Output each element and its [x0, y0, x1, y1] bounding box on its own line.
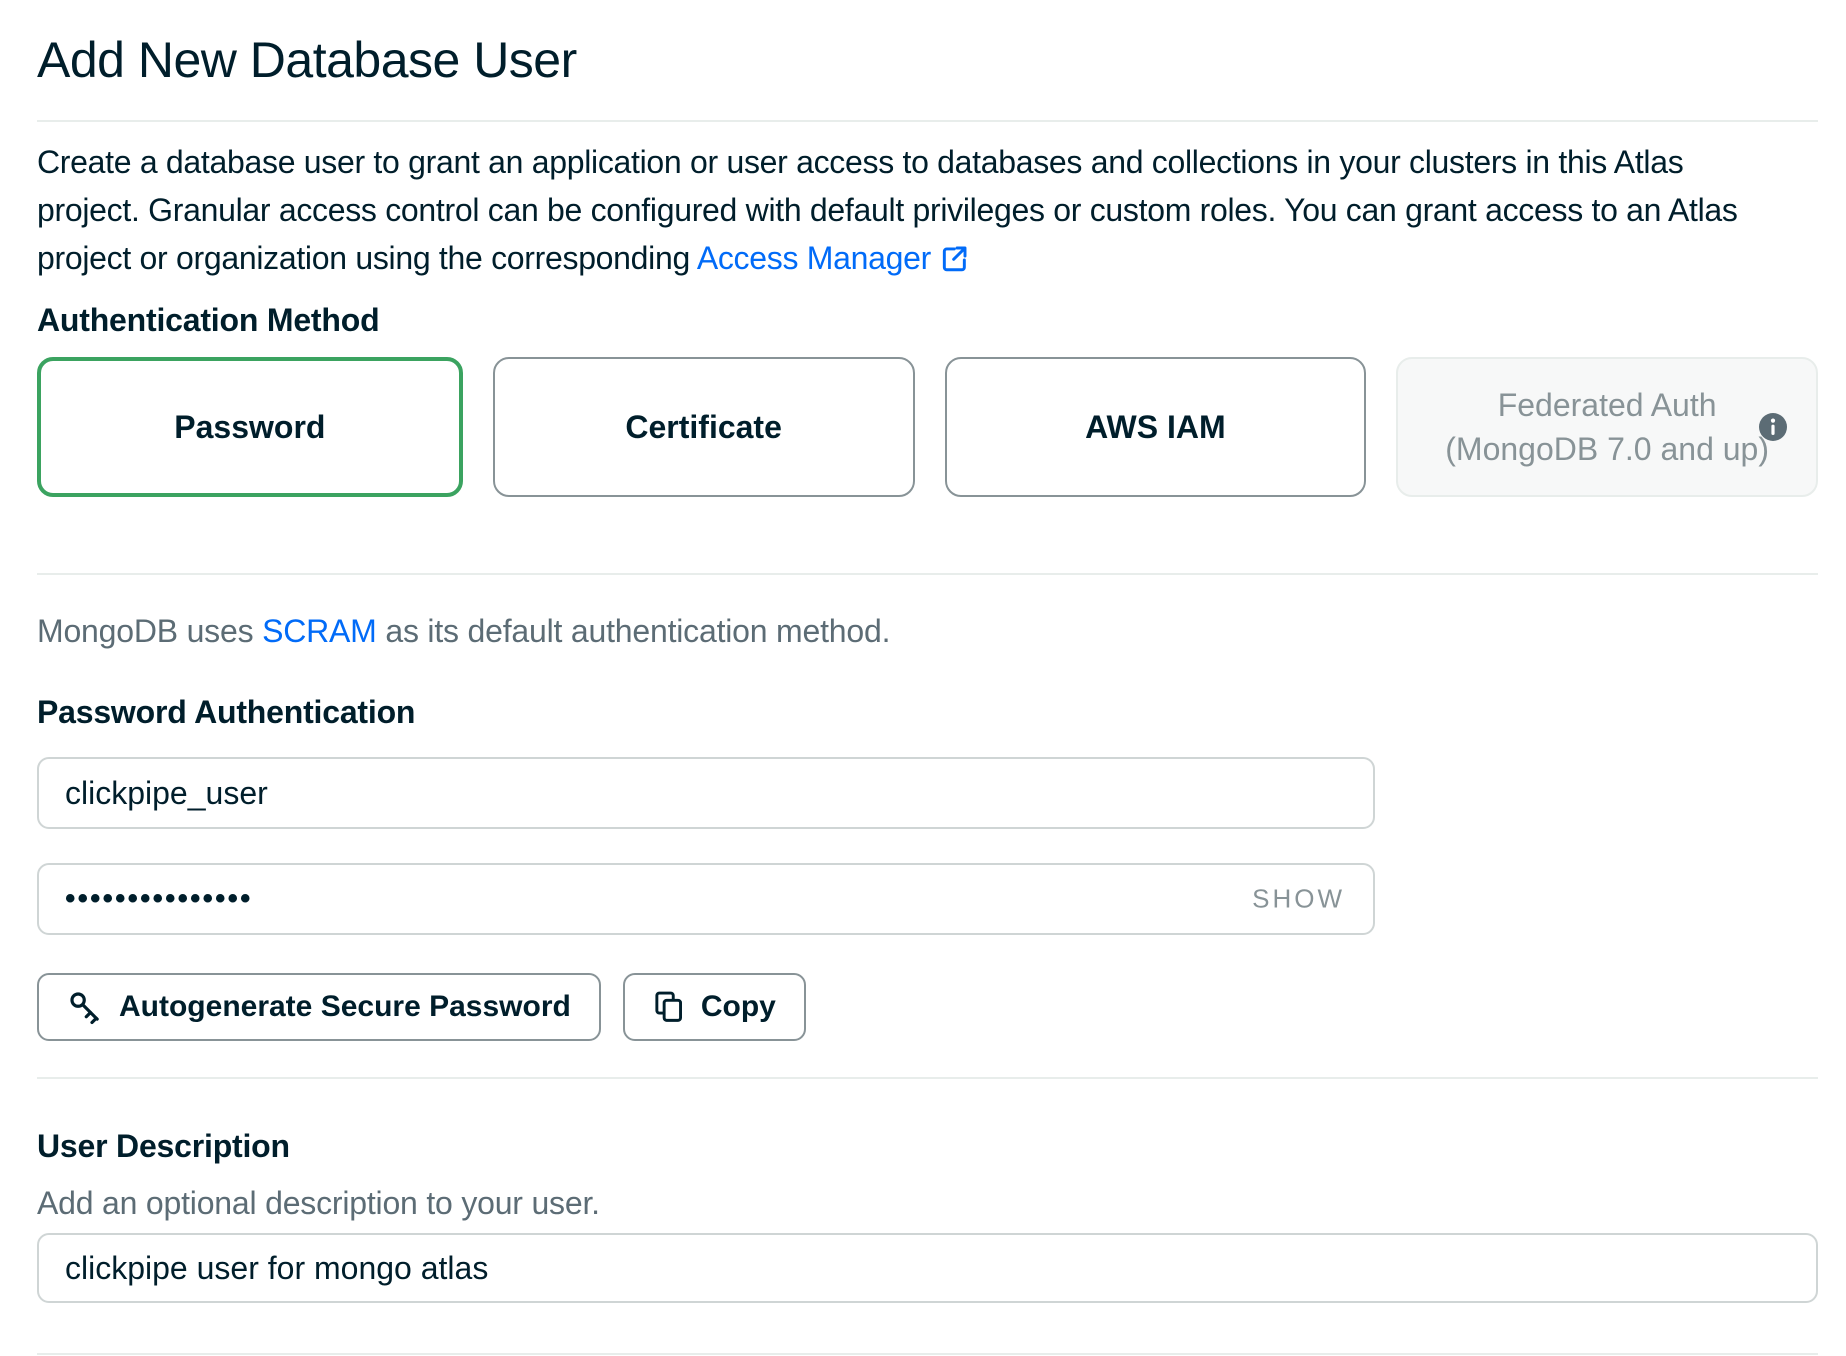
copy-label: Copy — [701, 990, 776, 1024]
external-link-icon — [939, 239, 971, 287]
add-database-user-panel: Add New Database User Create a database … — [0, 0, 1846, 1355]
autogenerate-password-label: Autogenerate Secure Password — [119, 990, 571, 1024]
password-actions-row: Autogenerate Secure Password Copy — [37, 973, 1818, 1041]
auth-section-divider — [37, 573, 1818, 575]
auth-option-certificate-label: Certificate — [625, 409, 782, 446]
scram-link[interactable]: SCRAM — [262, 613, 377, 649]
autogenerate-password-button[interactable]: Autogenerate Secure Password — [37, 973, 601, 1041]
auth-option-aws-iam[interactable]: AWS IAM — [945, 357, 1367, 497]
auth-option-federated-auth[interactable]: Federated Auth (MongoDB 7.0 and up) — [1396, 357, 1818, 497]
intro-line-2: project. Granular access control can be … — [37, 186, 1818, 234]
page-title: Add New Database User — [37, 0, 1818, 90]
copy-button[interactable]: Copy — [623, 973, 806, 1041]
bottom-divider — [37, 1353, 1818, 1355]
auth-method-heading: Authentication Method — [37, 301, 1818, 339]
show-password-button[interactable]: SHOW — [1252, 884, 1345, 915]
scram-note: MongoDB uses SCRAM as its default authen… — [37, 611, 1818, 651]
auth-option-certificate[interactable]: Certificate — [493, 357, 915, 497]
password-section-divider — [37, 1077, 1818, 1079]
auth-option-federated-auth-label: Federated Auth (MongoDB 7.0 and up) — [1445, 383, 1769, 471]
intro-paragraph: Create a database user to grant an appli… — [37, 138, 1818, 287]
intro-line-1: Create a database user to grant an appli… — [37, 138, 1818, 186]
intro-line-3: project or organization using the corres… — [37, 234, 1818, 287]
access-manager-link[interactable]: Access Manager — [697, 240, 931, 276]
intro-line-3-text: project or organization using the corres… — [37, 240, 697, 276]
key-icon — [67, 989, 103, 1025]
auth-option-password-label: Password — [174, 409, 325, 446]
user-description-helper: Add an optional description to your user… — [37, 1183, 1818, 1223]
auth-option-password[interactable]: Password — [37, 357, 463, 497]
password-input[interactable] — [37, 863, 1375, 935]
copy-icon — [653, 990, 685, 1024]
password-auth-heading: Password Authentication — [37, 693, 1818, 731]
title-divider — [37, 120, 1818, 122]
password-field-row: SHOW — [37, 863, 1375, 935]
user-description-heading: User Description — [37, 1127, 1818, 1165]
auth-option-aws-iam-label: AWS IAM — [1085, 409, 1225, 446]
info-icon[interactable] — [1758, 412, 1788, 442]
auth-method-options: Password Certificate AWS IAM Federated A… — [37, 357, 1818, 497]
username-input[interactable] — [37, 757, 1375, 829]
user-description-input[interactable] — [37, 1233, 1818, 1303]
